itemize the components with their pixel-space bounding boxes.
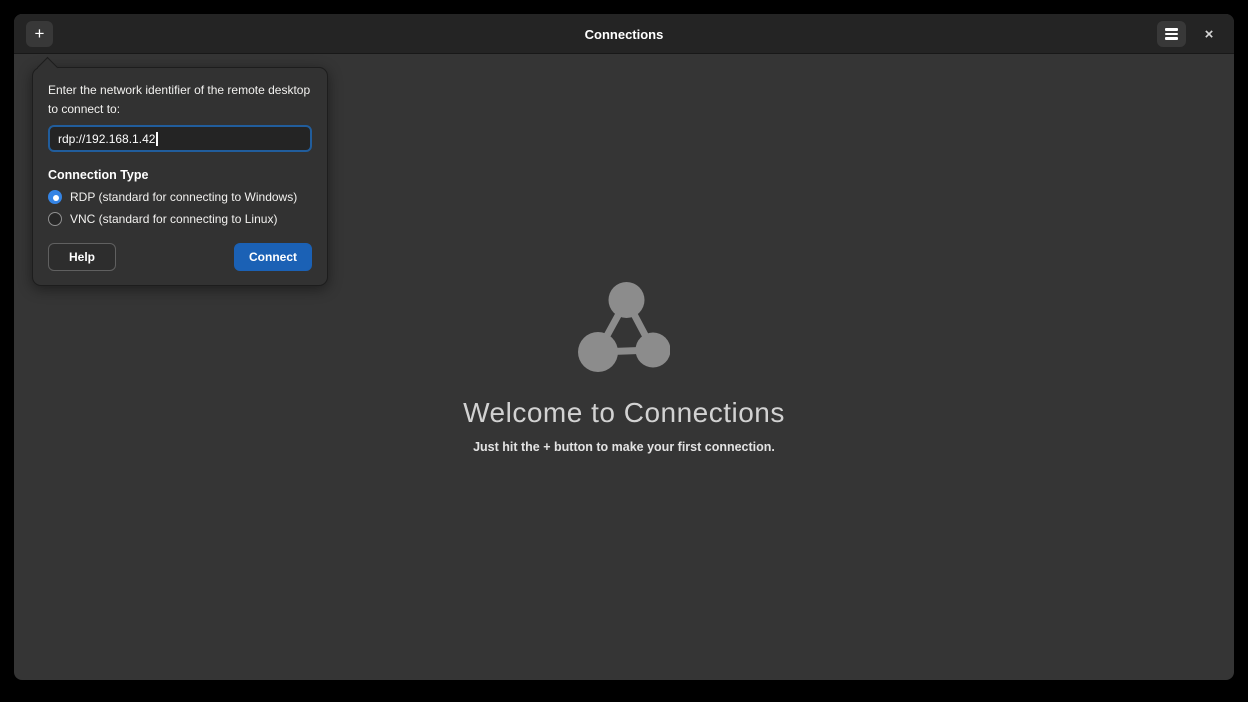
close-icon: × [1204,25,1214,43]
plus-icon: + [34,23,45,43]
rdp-radio-label: RDP (standard for connecting to Windows) [70,190,298,205]
address-prompt: Enter the network identifier of the remo… [48,83,311,116]
hamburger-menu-icon [1165,28,1178,40]
welcome-description: Just hit the + button to make your first… [473,440,775,454]
welcome-title: Welcome to Connections [463,397,785,428]
network-nodes-icon [578,282,670,372]
connections-window: + Connections × Welcome to Connections J… [14,14,1234,680]
close-button[interactable]: × [1197,22,1221,46]
rdp-radio-button[interactable] [48,190,62,205]
vnc-radio-label: VNC (standard for connecting to Linux) [70,212,278,227]
welcome-description-plus: + [543,440,551,454]
popover-arrow [36,56,59,79]
connection-type-heading: Connection Type [48,168,149,183]
connect-button[interactable]: Connect [234,243,312,272]
welcome-status-page: Welcome to Connections Just hit the + bu… [14,282,1234,454]
radio-dot [53,195,59,202]
vnc-radio-button[interactable] [48,212,62,227]
new-connection-button[interactable]: + [26,21,53,47]
new-connection-popover: Enter the network identifier of the remo… [32,56,328,287]
radio-option-rdp[interactable]: RDP (standard for connecting to Windows) [48,190,312,205]
address-input[interactable]: rdp://192.168.1.42 [48,125,312,153]
headerbar: + Connections × [14,14,1234,54]
popover-button-row: Help Connect [48,243,312,272]
welcome-description-suffix: button to make your first connection. [550,440,775,454]
text-caret [156,131,158,146]
window-title: Connections [584,26,664,42]
radio-option-vnc[interactable]: VNC (standard for connecting to Linux) [48,212,312,227]
help-button[interactable]: Help [48,243,116,272]
welcome-description-prefix: Just hit the [473,440,544,454]
menu-button[interactable] [1157,21,1186,47]
address-input-value: rdp://192.168.1.42 [58,131,156,146]
